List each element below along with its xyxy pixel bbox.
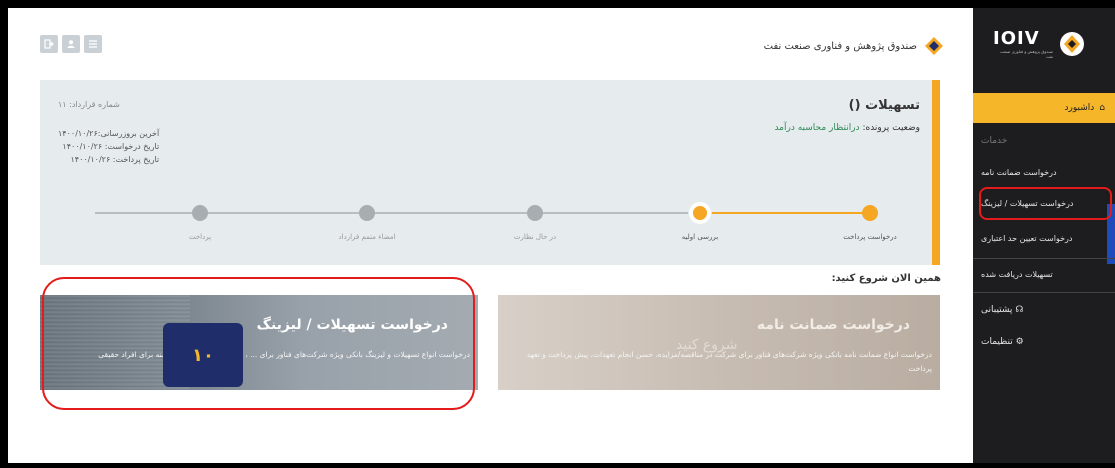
contract-number: شماره قرارداد: ۱۱ (58, 100, 120, 109)
step-label: پرداخت (188, 233, 212, 241)
payment-date: تاریخ پرداخت: ۱۴۰۰/۱۰/۲۶ (70, 155, 160, 164)
brand: صندوق پژوهش و فناوری صنعت نفت (764, 35, 945, 57)
sidebar-highlight-outline (979, 187, 1112, 220)
services-heading: خدمات (981, 136, 1008, 146)
highlight-outline (42, 277, 475, 410)
step-label: بررسی اولیه (681, 233, 719, 241)
sidebar: IOIV صندوق پژوهش و فناوری صنعت نفت ⌂ داش… (973, 8, 1115, 463)
step-dot-payment (192, 205, 208, 221)
logo-icon (1060, 31, 1084, 56)
main-content: صندوق پژوهش و فناوری صنعت نفت تسهیلات ()… (8, 8, 973, 463)
guarantee-request-tile[interactable]: درخواست ضمانت نامه شروع کنید درخواست انو… (498, 295, 940, 390)
tile-description: درخواست انواع ضمانت نامه بانکی ویژه شرکت… (526, 350, 932, 373)
home-icon: ⌂ (1099, 103, 1105, 113)
logout-icon[interactable] (40, 35, 58, 53)
menu-icon[interactable] (84, 35, 102, 53)
last-update-date: آخرین بروزرسانی:۱۴۰۰/۱۰/۲۶ (58, 129, 160, 138)
sidebar-item-dashboard[interactable]: ⌂ داشبورد (973, 93, 1115, 123)
step-label: در حال نظارت (513, 233, 557, 241)
request-date: تاریخ درخواست: ۱۴۰۰/۱۰/۲۶ (62, 142, 160, 151)
step-label: امضاء متمم قرارداد (338, 233, 396, 241)
sidebar-item-credit-limit[interactable]: درخواست تعیین حد اعتباری (981, 234, 1072, 243)
file-status-label: وضعیت پرونده: (862, 123, 920, 133)
sidebar-item-guarantee[interactable]: درخواست ضمانت نامه (981, 168, 1057, 177)
sidebar-item-support[interactable]: ☊ پشتیبانی (981, 305, 1023, 315)
progress-stepper: درخواست پرداخت بررسی اولیه در حال نظارت … (95, 202, 897, 243)
top-toolbar (40, 35, 102, 53)
sidebar-logo: IOIV صندوق پژوهش و فناوری صنعت نفت (993, 28, 1085, 59)
progress-line-done (700, 212, 870, 214)
step-dot-contract-addendum (359, 205, 375, 221)
sidebar-item-received-facilities[interactable]: تسهیلات دریافت شده (981, 270, 1053, 279)
sidebar-item-label: داشبورد (1064, 103, 1095, 113)
brand-text: صندوق پژوهش و فناوری صنعت نفت (763, 40, 917, 52)
file-status: وضعیت پرونده: درانتظار محاسبه درآمد (774, 123, 920, 133)
card-title: تسهیلات () (848, 98, 920, 113)
progress-line-pending (95, 212, 700, 214)
tile-title: درخواست ضمانت نامه (756, 317, 910, 333)
sidebar-item-label: تنظیمات (981, 337, 1013, 347)
start-now-heading: همین الان شروع کنید: (831, 273, 941, 284)
file-status-value: درانتظار محاسبه درآمد (774, 123, 860, 133)
step-dot-initial-review (689, 202, 711, 224)
user-icon[interactable] (62, 35, 80, 53)
brand-logo-icon (925, 37, 943, 55)
step-dot-monitoring (527, 205, 543, 221)
step-label: درخواست پرداخت (843, 233, 897, 241)
sidebar-divider (973, 292, 1115, 293)
sidebar-item-settings[interactable]: ⚙ تنظیمات (981, 337, 1024, 347)
sidebar-item-label: پشتیبانی (981, 305, 1013, 315)
gear-icon: ⚙ (1015, 337, 1024, 347)
logo-subtitle: صندوق پژوهش و فناوری صنعت نفت (999, 49, 1053, 59)
logo-wordmark: IOIV (993, 28, 1040, 49)
card-dates: آخرین بروزرسانی:۱۴۰۰/۱۰/۲۶ تاریخ درخواست… (58, 127, 159, 166)
sidebar-divider (973, 258, 1115, 259)
status-card: تسهیلات () وضعیت پرونده: درانتظار محاسبه… (40, 80, 940, 265)
headset-icon: ☊ (1015, 305, 1024, 315)
step-dot-payment-request (862, 205, 878, 221)
